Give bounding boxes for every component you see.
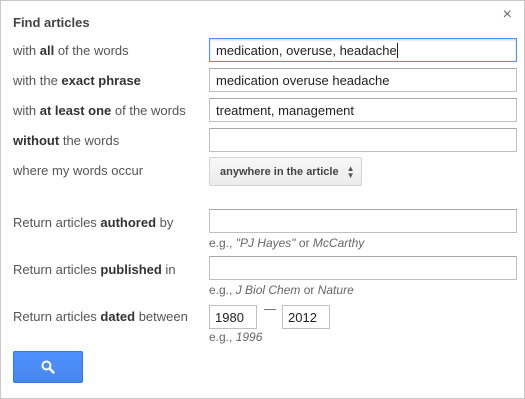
updown-arrow-icon: ▲ ▼ (346, 163, 355, 180)
exact-phrase-input[interactable]: medication overuse headache (209, 68, 517, 92)
label-published: Return articles published in (13, 262, 176, 277)
occur-select-value: anywhere in the article (220, 165, 339, 178)
label-all-words: with all of the words (13, 43, 129, 58)
label-at-least-one: with at least one of the words (13, 103, 186, 118)
publication-input[interactable] (209, 256, 517, 280)
without-input[interactable] (209, 128, 517, 152)
publication-hint: e.g., J Biol Chem or Nature (209, 283, 354, 297)
label-exact-phrase: with the exact phrase (13, 73, 141, 88)
year-from-input[interactable]: 1980 (209, 305, 257, 329)
label-authored: Return articles authored by (13, 215, 174, 230)
label-without: without the words (13, 133, 120, 148)
label-dated: Return articles dated between (13, 309, 188, 324)
author-input[interactable] (209, 209, 517, 233)
close-icon[interactable]: × (503, 7, 512, 23)
occur-select[interactable]: anywhere in the article ▲ ▼ (209, 157, 362, 186)
find-articles-dialog: Find articles × with all of the words me… (0, 0, 525, 399)
all-words-input[interactable]: medication, overuse, headache (209, 38, 517, 62)
year-to-input[interactable]: 2012 (282, 305, 330, 329)
search-button[interactable] (13, 351, 83, 383)
date-hint: e.g., 1996 (209, 330, 263, 344)
search-icon (41, 360, 55, 374)
date-range-dash (264, 309, 276, 310)
at-least-one-input[interactable]: treatment, management (209, 98, 517, 122)
label-where-occur: where my words occur (13, 163, 144, 178)
dialog-title: Find articles (13, 15, 90, 30)
author-hint: e.g., "PJ Hayes" or McCarthy (209, 236, 365, 250)
